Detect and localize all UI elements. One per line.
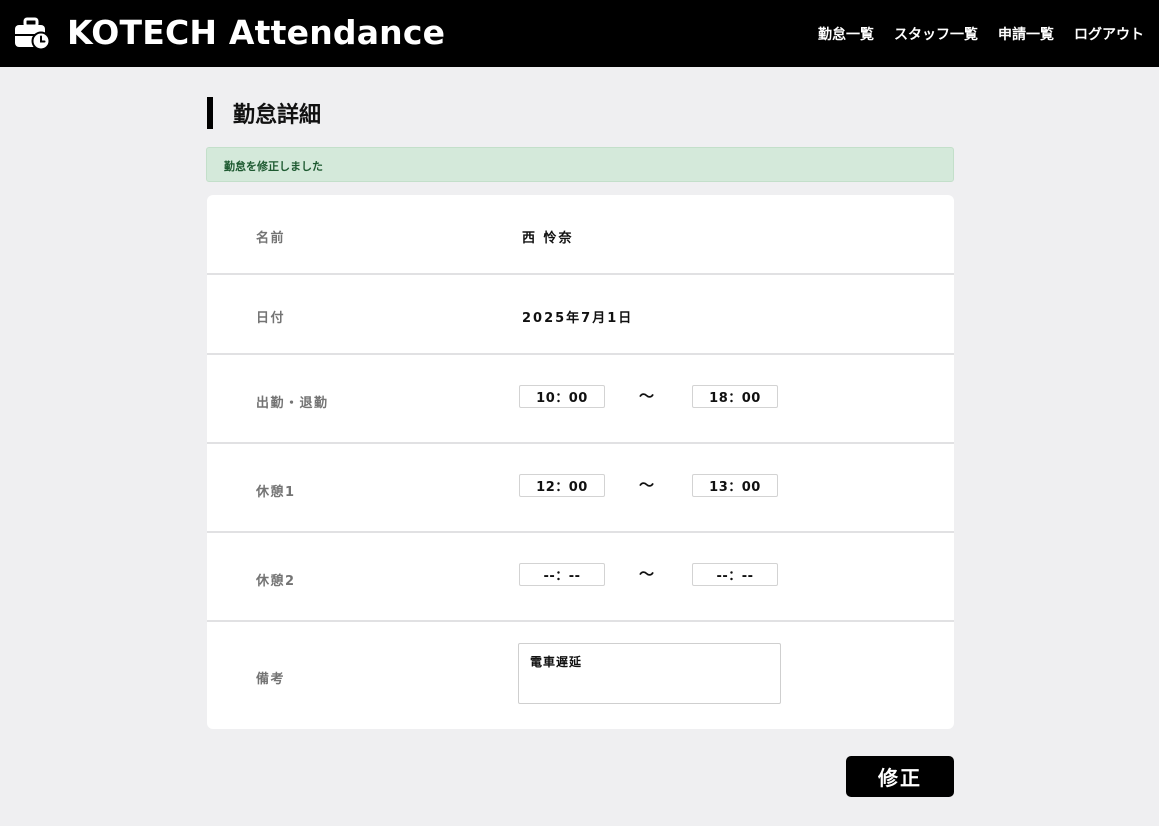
range-separator: ～ bbox=[639, 387, 655, 405]
submit-correction-button[interactable]: 修正 bbox=[846, 756, 954, 797]
break2-label: 休憩2 bbox=[256, 574, 296, 589]
row-date: 日付 2025年7月1日 bbox=[207, 275, 954, 355]
date-label: 日付 bbox=[256, 311, 286, 326]
break1-end-input[interactable] bbox=[692, 474, 778, 497]
break2-start-input[interactable] bbox=[519, 563, 605, 586]
note-label: 備考 bbox=[256, 672, 286, 687]
break1-label: 休憩1 bbox=[256, 485, 296, 500]
nav-attendance-list[interactable]: 勤怠一覧 bbox=[818, 24, 874, 44]
briefcase-clock-icon bbox=[15, 17, 50, 51]
work-time-label: 出勤・退勤 bbox=[256, 396, 329, 411]
logo[interactable] bbox=[14, 17, 50, 51]
row-break-1: 休憩1 ～ bbox=[207, 444, 954, 533]
note-textarea[interactable]: 電車遅延 bbox=[518, 643, 781, 704]
title-accent-bar bbox=[207, 97, 213, 129]
page-title: 勤怠詳細 bbox=[207, 97, 321, 129]
row-work-time: 出勤・退勤 ～ bbox=[207, 355, 954, 444]
break2-end-input[interactable] bbox=[692, 563, 778, 586]
date-value: 2025年7月1日 bbox=[522, 311, 634, 326]
range-separator: ～ bbox=[639, 565, 655, 583]
row-name: 名前 西 怜奈 bbox=[207, 195, 954, 275]
nav-request-list[interactable]: 申請一覧 bbox=[998, 24, 1054, 44]
break1-start-input[interactable] bbox=[519, 474, 605, 497]
page-title-text: 勤怠詳細 bbox=[233, 103, 322, 128]
clock-out-input[interactable] bbox=[692, 385, 778, 408]
attendance-detail-card: 名前 西 怜奈 日付 2025年7月1日 出勤・退勤 ～ 休憩1 ～ 休憩2 ～… bbox=[207, 195, 954, 729]
name-value: 西 怜奈 bbox=[522, 231, 574, 246]
success-message: 勤怠を修正しました bbox=[206, 147, 954, 182]
range-separator: ～ bbox=[639, 476, 655, 494]
row-note: 備考 電車遅延 bbox=[207, 622, 954, 729]
name-label: 名前 bbox=[256, 231, 286, 246]
main-nav: 勤怠一覧 スタッフ一覧 申請一覧 ログアウト bbox=[818, 24, 1144, 44]
clock-in-input[interactable] bbox=[519, 385, 605, 408]
row-break-2: 休憩2 ～ bbox=[207, 533, 954, 622]
app-title: KOTECH Attendance bbox=[67, 13, 446, 52]
nav-logout[interactable]: ログアウト bbox=[1074, 24, 1144, 44]
nav-staff-list[interactable]: スタッフ一覧 bbox=[894, 24, 978, 44]
app-header: KOTECH Attendance 勤怠一覧 スタッフ一覧 申請一覧 ログアウト bbox=[0, 0, 1159, 67]
